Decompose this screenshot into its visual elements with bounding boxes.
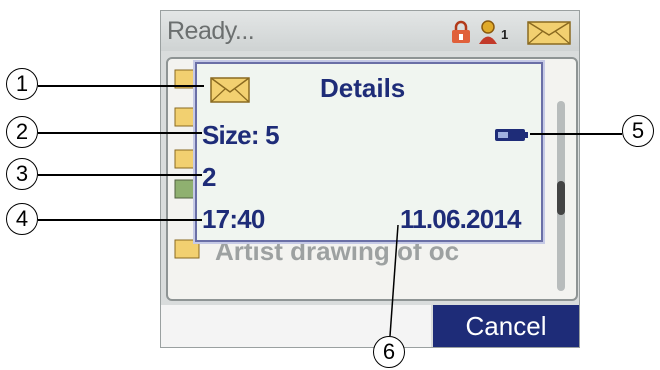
callout-leader-6 — [389, 224, 399, 337]
